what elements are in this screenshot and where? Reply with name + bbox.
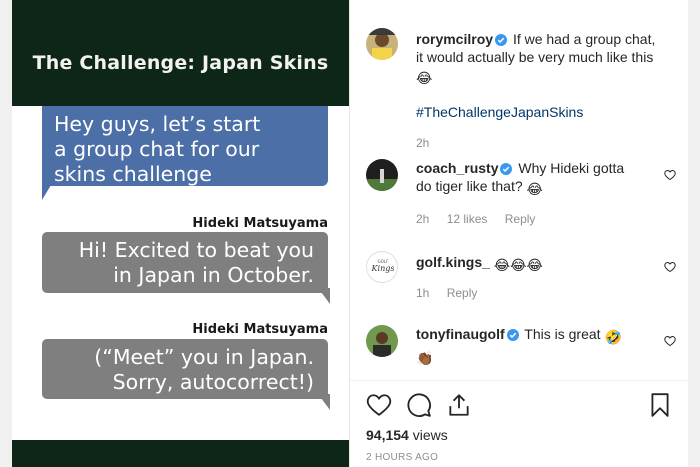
action-bar (366, 392, 673, 418)
chat-sender-name: Hideki Matsuyama (192, 322, 328, 337)
comment-text-2: do tiger like that? (416, 178, 523, 194)
tears-of-joy-emoji: 😂😂😂 (493, 257, 543, 273)
svg-text:GOLF: GOLF (378, 259, 389, 264)
comment-text: This is great (524, 326, 601, 342)
comment-username[interactable]: tonyfinaugolf (416, 326, 505, 342)
like-heart-icon[interactable] (664, 335, 676, 347)
caption-timestamp[interactable]: 2h (416, 136, 429, 150)
clapping-hands-emoji: 👏🏾 (416, 350, 434, 366)
avatar[interactable] (366, 28, 398, 60)
verified-icon (500, 163, 513, 175)
chat-sender-name: Hideki Matsuyama (192, 216, 328, 231)
reply-button[interactable]: Reply (505, 212, 536, 226)
like-heart-icon[interactable] (664, 261, 676, 273)
verified-icon (506, 329, 519, 341)
chat-bubble-hideki: Hi! Excited to beat you in Japan in Octo… (42, 232, 328, 293)
comment-username[interactable]: coach_rusty (416, 160, 498, 176)
tears-of-joy-emoji: 😂 (416, 70, 433, 86)
comments-list[interactable]: rorymcilroy If we had a group chat, it w… (350, 0, 689, 380)
share-icon[interactable] (446, 392, 472, 418)
caption-text: If we had a group chat, (512, 31, 656, 47)
chat-bubble-tail (42, 180, 54, 200)
media-footer (12, 440, 349, 467)
chat-bubble-tail (318, 394, 330, 410)
comment-icon[interactable] (406, 392, 432, 418)
post-sidebar: rorymcilroy If we had a group chat, it w… (349, 0, 689, 467)
media-title: The Challenge: Japan Skins (32, 52, 329, 74)
view-count[interactable]: 94,154 views (366, 427, 448, 443)
divider (350, 380, 689, 381)
avatar[interactable]: Kings GOLF (366, 251, 398, 283)
like-heart-icon[interactable] (664, 169, 676, 181)
avatar[interactable] (366, 325, 398, 357)
reply-button[interactable]: Reply (447, 286, 478, 300)
caption-username[interactable]: rorymcilroy (416, 31, 493, 47)
verified-icon (495, 34, 508, 46)
comment-text: Why Hideki gotta (518, 160, 625, 176)
comment-username[interactable]: golf.kings_ (416, 254, 490, 270)
chat-bubble-hideki-2: (“Meet” you in Japan. Sorry, autocorrect… (42, 339, 328, 399)
caption-text-2: it would actually be very much like this (416, 49, 654, 65)
post-media[interactable]: The Challenge: Japan Skins Hey guys, let… (12, 0, 349, 467)
chat-bubble-tail (318, 288, 330, 304)
post-timestamp[interactable]: 2 HOURS AGO (366, 452, 438, 463)
bookmark-icon[interactable] (647, 392, 673, 418)
avatar[interactable] (366, 159, 398, 191)
svg-text:Kings: Kings (371, 264, 395, 273)
heart-icon[interactable] (366, 392, 392, 418)
tears-of-joy-emoji: 😂 (526, 181, 543, 197)
comment-timestamp[interactable]: 2h (416, 212, 429, 226)
chat-bubble-rory: Hey guys, let’s start a group chat for o… (42, 106, 328, 186)
comment-timestamp[interactable]: 1h (416, 286, 429, 300)
comment-likes[interactable]: 12 likes (447, 212, 488, 226)
hashtag-link[interactable]: #TheChallengeJapanSkins (416, 104, 583, 120)
rolling-laughing-emoji: 🤣 (604, 329, 622, 345)
